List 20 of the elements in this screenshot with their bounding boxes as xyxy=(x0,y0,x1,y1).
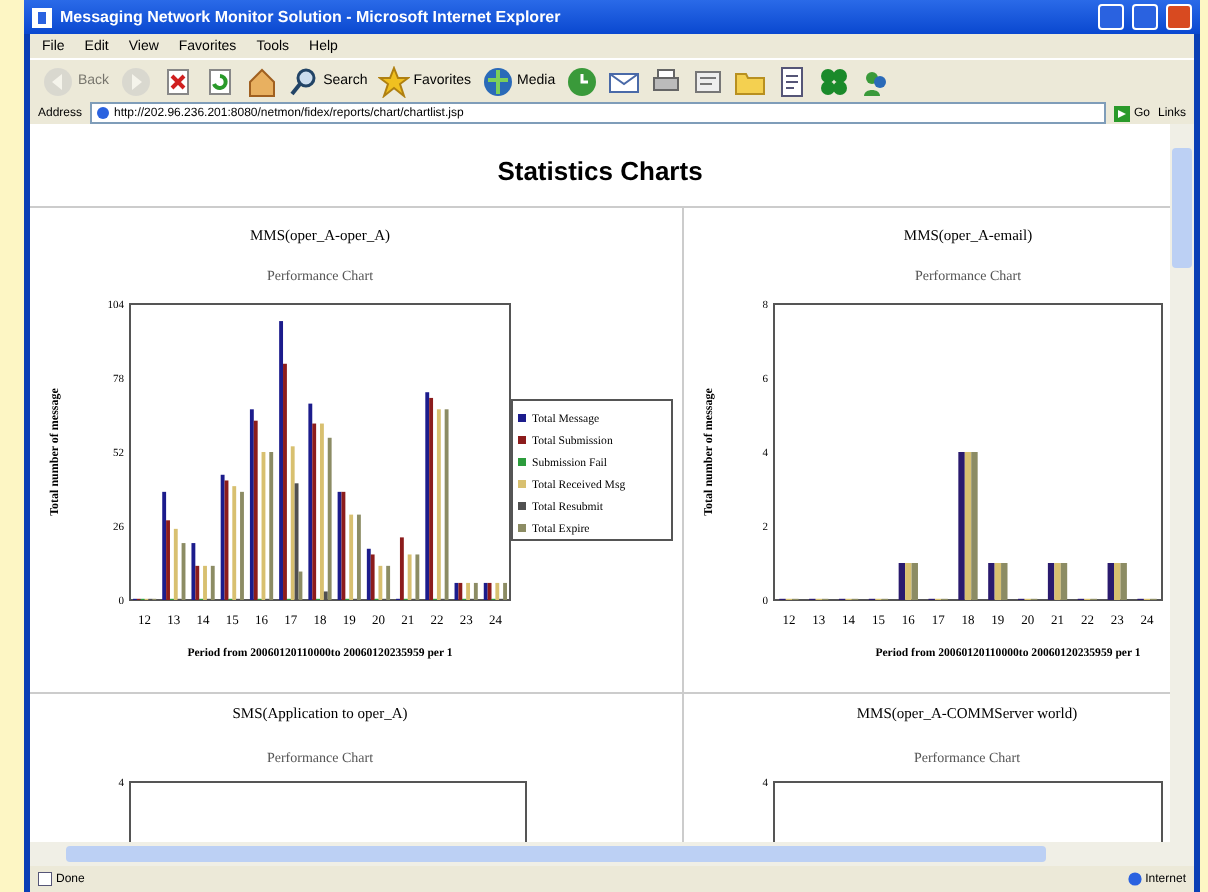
stop-icon[interactable] xyxy=(161,65,194,97)
vertical-scrollbar[interactable] xyxy=(1170,124,1194,842)
edit-icon[interactable] xyxy=(691,65,724,97)
search-icon[interactable] xyxy=(287,65,320,97)
history-icon[interactable] xyxy=(565,65,598,97)
page-heading: Statistics Charts xyxy=(495,154,705,190)
maximize-button[interactable] xyxy=(1132,4,1158,30)
globe-icon xyxy=(1127,872,1142,886)
go-arrow-icon[interactable] xyxy=(1113,105,1130,121)
horizontal-scrollbar[interactable] xyxy=(30,842,1194,866)
print-icon[interactable] xyxy=(649,65,682,97)
refresh-icon[interactable] xyxy=(203,65,236,97)
favorites-icon[interactable] xyxy=(377,65,410,97)
home-icon[interactable] xyxy=(245,65,278,97)
browser-icon xyxy=(32,7,52,27)
minimize-button[interactable] xyxy=(1098,4,1124,30)
close-button[interactable] xyxy=(1166,4,1192,30)
window-title: Messaging Network Monitor Solution - Microsoft Internet Explorer xyxy=(60,8,563,26)
media-icon[interactable] xyxy=(481,65,514,97)
clover-icon[interactable] xyxy=(817,65,850,97)
